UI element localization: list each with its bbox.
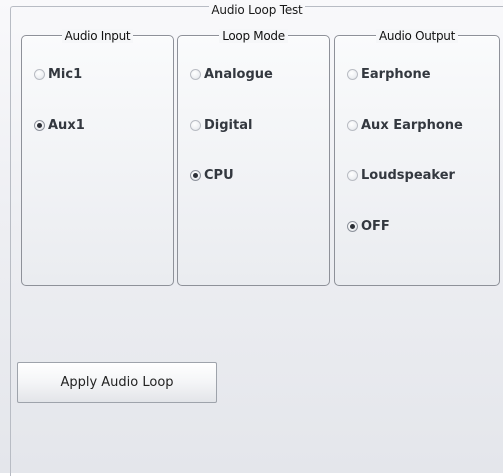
radio-button-earphone[interactable]: [347, 68, 358, 80]
audio-loop-test-window: Audio Loop Test Audio Input Mic1 Aux1 Lo…: [0, 0, 503, 476]
group-title: Audio Loop Test: [209, 3, 305, 17]
radio-label-aux-earphone: Aux Earphone: [361, 117, 463, 133]
group-title-container: Audio Loop Test: [11, 3, 503, 17]
radio-aux1[interactable]: Aux1: [34, 116, 85, 134]
audio-input-title-container: Audio Input: [22, 28, 173, 43]
radio-label-mic1: Mic1: [48, 66, 83, 82]
audio-output-title-container: Audio Output: [335, 28, 499, 43]
radio-button-aux-earphone[interactable]: [347, 119, 358, 131]
radio-label-earphone: Earphone: [361, 66, 431, 82]
loop-mode-title-container: Loop Mode: [178, 28, 329, 43]
radio-label-loudspeaker: Loudspeaker: [361, 167, 455, 183]
radio-button-digital[interactable]: [190, 119, 201, 131]
radio-label-off: OFF: [361, 218, 390, 234]
loop-mode-panel: Loop Mode Analogue Digital CPU: [177, 29, 330, 286]
radio-button-mic1[interactable]: [34, 68, 45, 80]
radio-analogue[interactable]: Analogue: [190, 65, 273, 83]
radio-button-loudspeaker[interactable]: [347, 169, 358, 181]
audio-input-panel: Audio Input Mic1 Aux1: [21, 29, 174, 286]
radio-label-cpu: CPU: [204, 167, 234, 183]
loop-mode-title: Loop Mode: [219, 29, 288, 43]
radio-label-aux1: Aux1: [48, 117, 85, 133]
audio-output-title: Audio Output: [375, 29, 458, 43]
audio-output-panel: Audio Output Earphone Aux Earphone Louds…: [334, 29, 500, 286]
radio-off[interactable]: OFF: [347, 217, 390, 235]
apply-audio-loop-button[interactable]: Apply Audio Loop: [17, 362, 217, 403]
radio-loudspeaker[interactable]: Loudspeaker: [347, 166, 455, 184]
radio-mic1[interactable]: Mic1: [34, 65, 82, 83]
radio-aux-earphone[interactable]: Aux Earphone: [347, 116, 463, 134]
radio-button-analogue[interactable]: [190, 68, 201, 80]
radio-label-digital: Digital: [204, 117, 253, 133]
radio-button-off[interactable]: [347, 220, 358, 232]
audio-input-title: Audio Input: [61, 29, 134, 43]
radio-digital[interactable]: Digital: [190, 116, 252, 134]
radio-button-aux1[interactable]: [34, 119, 45, 131]
radio-button-cpu[interactable]: [190, 169, 201, 181]
radio-cpu[interactable]: CPU: [190, 166, 234, 184]
radio-earphone[interactable]: Earphone: [347, 65, 431, 83]
radio-label-analogue: Analogue: [204, 66, 273, 82]
